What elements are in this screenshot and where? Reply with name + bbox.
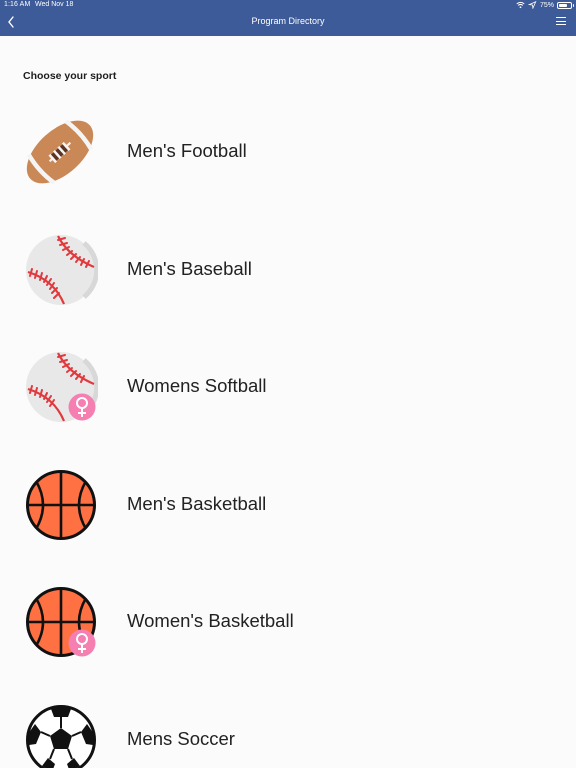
- top-navigation-bar: 1:16 AM Wed Nov 18 75% Program Directory: [0, 0, 576, 36]
- football-icon: [22, 116, 98, 188]
- sport-list: Men's Football Men's Baseball Womens Sof…: [0, 92, 576, 768]
- battery-percent: 75%: [539, 1, 554, 9]
- location-arrow-icon: [527, 1, 537, 9]
- status-indicators: 75%: [516, 0, 574, 10]
- basketball-female-icon: [22, 586, 98, 658]
- female-badge-icon: [68, 629, 96, 657]
- basketball-icon: [22, 469, 98, 541]
- sport-label: Men's Football: [127, 140, 247, 161]
- hamburger-menu-icon[interactable]: [556, 16, 568, 26]
- sport-label: Womens Softball: [127, 375, 267, 396]
- sport-item-mens-soccer[interactable]: Mens Soccer: [0, 680, 576, 768]
- status-time: 1:16 AM: [4, 1, 31, 8]
- soccer-ball-icon: [22, 704, 98, 768]
- sport-item-womens-softball[interactable]: Womens Softball: [0, 327, 576, 445]
- sport-item-mens-basketball[interactable]: Men's Basketball: [0, 445, 576, 563]
- softball-female-icon: [22, 351, 98, 423]
- sport-item-womens-basketball[interactable]: Women's Basketball: [0, 562, 576, 680]
- status-date: Wed Nov 18: [35, 1, 74, 8]
- sport-item-mens-football[interactable]: Men's Football: [0, 92, 576, 210]
- page-title: Program Directory: [251, 16, 325, 26]
- sport-label: Women's Basketball: [127, 610, 294, 631]
- sport-item-mens-baseball[interactable]: Men's Baseball: [0, 210, 576, 328]
- section-title: Choose your sport: [23, 70, 117, 82]
- sport-label: Men's Basketball: [127, 492, 267, 514]
- battery-icon: [557, 1, 574, 9]
- wifi-icon: [516, 1, 525, 9]
- baseball-icon: [22, 234, 98, 306]
- sport-label: Men's Baseball: [127, 257, 252, 279]
- female-badge-icon: [68, 393, 96, 421]
- sport-label: Mens Soccer: [127, 727, 235, 749]
